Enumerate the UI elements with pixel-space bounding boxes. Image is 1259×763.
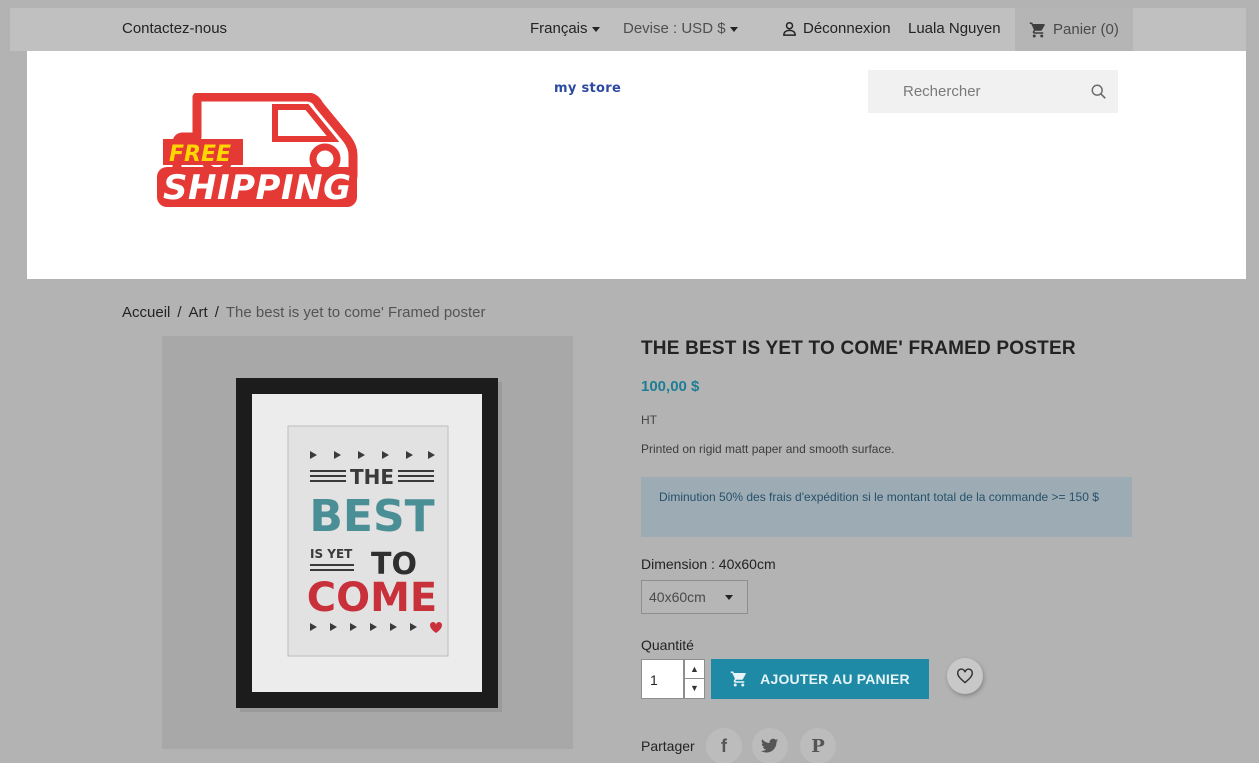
cart-icon	[1029, 22, 1045, 37]
search-icon[interactable]	[1090, 83, 1108, 101]
dimension-value: 40x60cm	[649, 589, 706, 605]
site-header: FREE SHIPPING my store	[27, 51, 1246, 279]
quantity-label: Quantité	[641, 637, 694, 653]
search-input[interactable]	[868, 70, 1118, 113]
pinterest-icon: P	[811, 735, 825, 757]
poster-text-best: BEST	[309, 491, 434, 542]
share-label: Partager	[641, 738, 695, 754]
poster-text-is-yet: IS YET	[310, 547, 353, 561]
quantity-decrease-button[interactable]: ▼	[685, 679, 704, 698]
twitter-icon	[761, 738, 779, 753]
framed-poster-image: THE BEST IS YET TO COME	[236, 378, 502, 712]
chevron-down-icon	[591, 26, 600, 32]
cart-button[interactable]: Panier (0)	[1015, 8, 1133, 51]
dimension-select[interactable]: 40x60cm	[641, 580, 748, 614]
add-to-cart-label: AJOUTER AU PANIER	[760, 671, 910, 687]
share-twitter-button[interactable]	[752, 728, 788, 763]
contact-link[interactable]: Contactez-nous	[122, 20, 227, 37]
chevron-down-icon	[725, 595, 733, 600]
logout-link[interactable]: Déconnexion	[782, 20, 891, 37]
tax-label: HT	[641, 413, 657, 427]
breadcrumb-separator: /	[177, 304, 182, 321]
dimension-label: Dimension : 40x60cm	[641, 556, 776, 572]
logout-label: Déconnexion	[803, 20, 891, 37]
breadcrumb-art[interactable]: Art	[189, 304, 208, 321]
poster-text-come: COME	[307, 575, 438, 621]
facebook-icon: f	[721, 735, 727, 756]
product-description: Printed on rigid matt paper and smooth s…	[641, 442, 895, 456]
user-icon	[783, 21, 796, 36]
share-facebook-button[interactable]: f	[706, 728, 742, 763]
add-to-cart-button[interactable]: AJOUTER AU PANIER	[711, 659, 929, 699]
cart-icon	[730, 671, 746, 687]
store-name[interactable]: my store	[554, 81, 621, 96]
promo-text: Diminution 50% des frais d'expédition si…	[659, 490, 1099, 504]
search-box	[868, 70, 1118, 113]
account-name-link[interactable]: Luala Nguyen	[908, 20, 1001, 37]
product-image[interactable]: THE BEST IS YET TO COME	[162, 336, 573, 749]
free-shipping-logo[interactable]: FREE SHIPPING	[157, 93, 362, 213]
breadcrumb: Accueil / Art / The best is yet to come'…	[122, 304, 486, 321]
quantity-input[interactable]: 1	[641, 659, 684, 699]
logo-text-shipping: SHIPPING	[163, 168, 351, 208]
quantity-stepper: ▲ ▼	[684, 659, 705, 699]
promo-banner: Diminution 50% des frais d'expédition si…	[641, 477, 1132, 537]
product-price: 100,00 $	[641, 378, 700, 395]
breadcrumb-separator: /	[214, 304, 219, 321]
logo-text-free: FREE	[169, 142, 231, 167]
currency-selector[interactable]: Devise : USD $	[623, 20, 738, 37]
language-label: Français	[530, 20, 588, 37]
poster-text-the: THE	[350, 465, 394, 489]
breadcrumb-current: The best is yet to come' Framed poster	[225, 304, 486, 321]
currency-label: Devise : USD $	[623, 20, 726, 37]
breadcrumb-home[interactable]: Accueil	[122, 304, 170, 321]
cart-label: Panier (0)	[1053, 21, 1119, 38]
top-nav: Contactez-nous Français Devise : USD $ D…	[10, 8, 1246, 51]
wishlist-button[interactable]	[947, 658, 983, 694]
heart-icon	[957, 668, 973, 684]
chevron-down-icon	[729, 26, 738, 32]
quantity-increase-button[interactable]: ▲	[685, 660, 704, 679]
product-title: THE BEST IS YET TO COME' FRAMED POSTER	[641, 338, 1076, 359]
share-pinterest-button[interactable]: P	[800, 728, 836, 763]
language-selector[interactable]: Français	[530, 20, 600, 37]
